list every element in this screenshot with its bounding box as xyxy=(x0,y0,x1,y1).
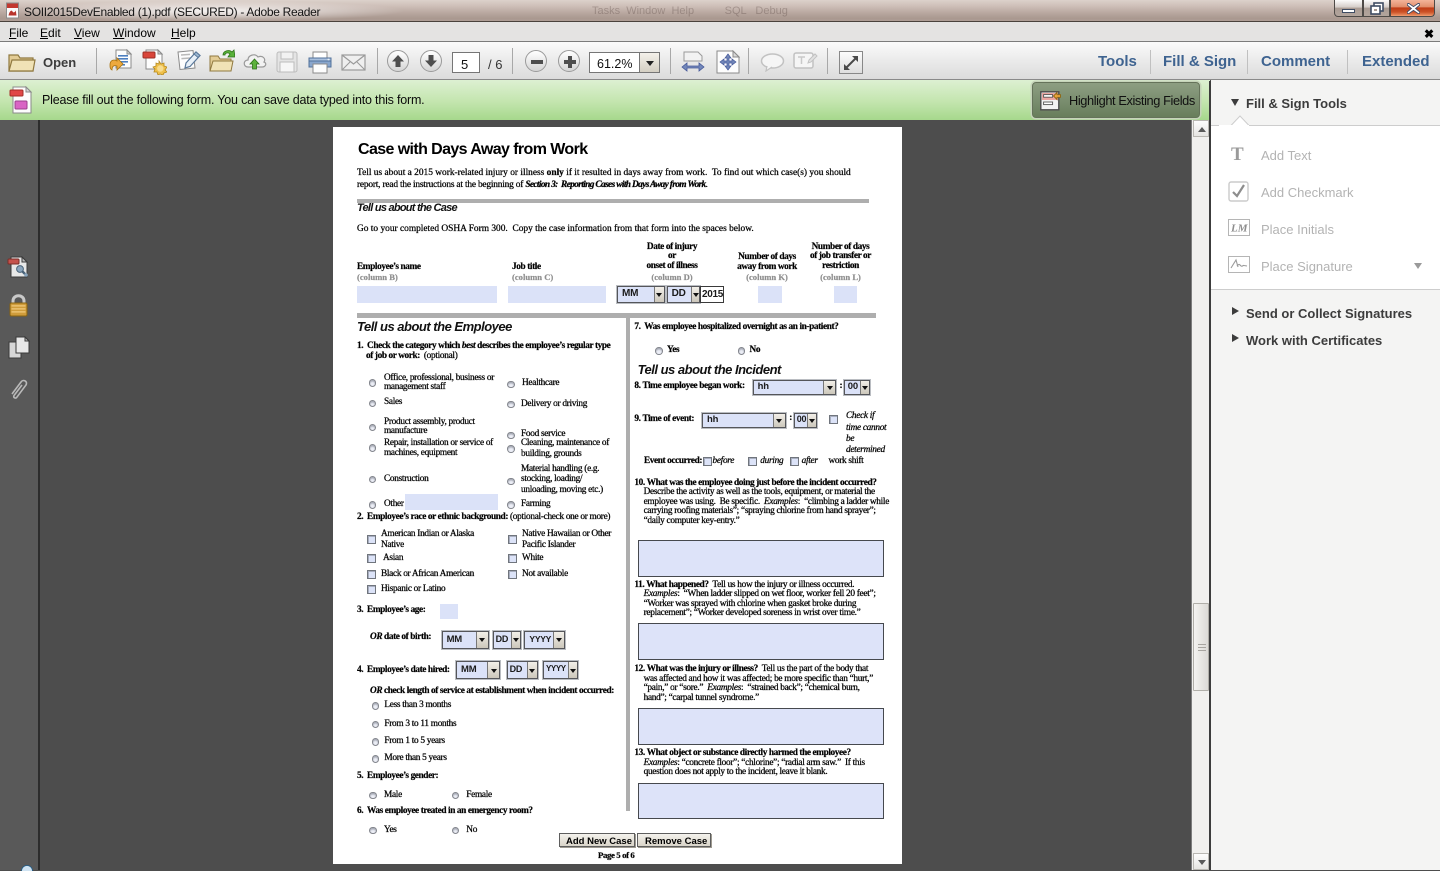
svg-text:LM: LM xyxy=(1230,223,1249,235)
